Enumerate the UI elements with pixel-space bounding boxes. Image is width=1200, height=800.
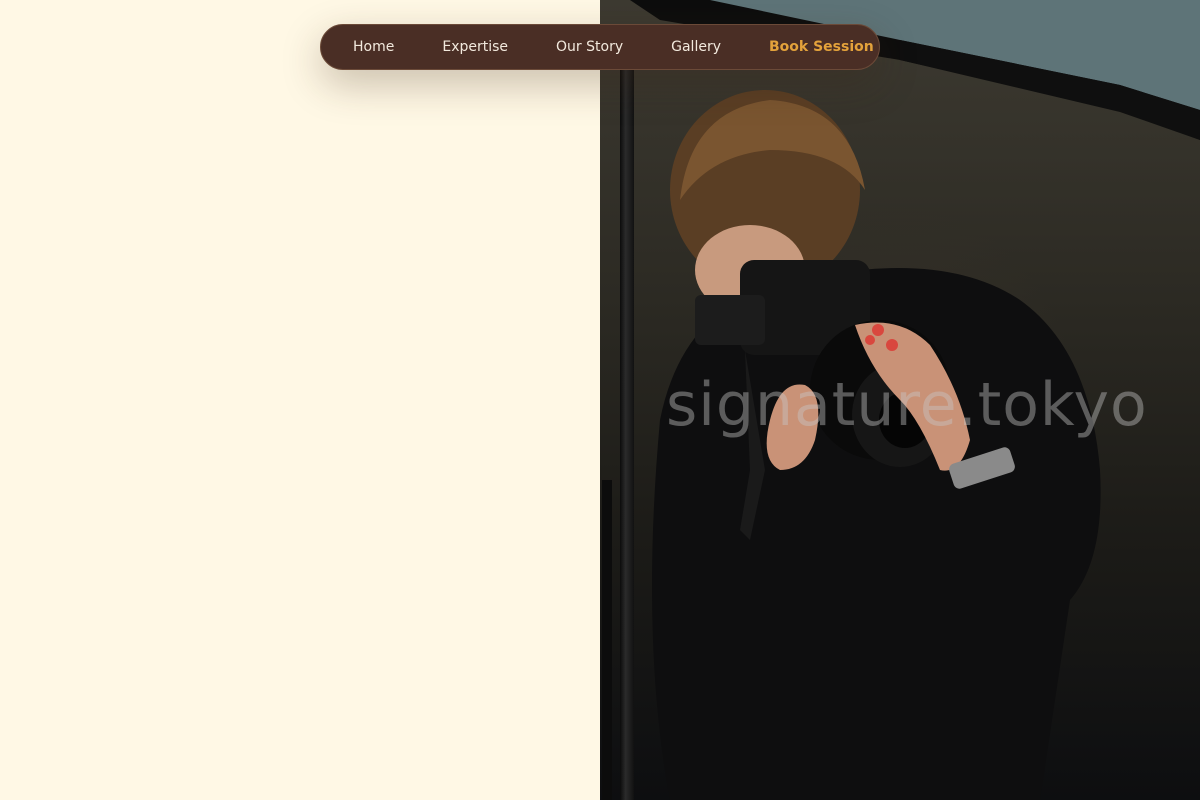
page: signature.tokyo Home Expertise Our Story… (0, 0, 1200, 800)
left-panel-blank (0, 0, 600, 800)
hero-photo (600, 0, 1200, 800)
photographer-figure (652, 90, 1101, 800)
nav-expertise[interactable]: Expertise (442, 39, 508, 55)
book-session-button[interactable]: Book Session (769, 39, 874, 55)
top-nav: Home Expertise Our Story Gallery Book Se… (320, 24, 880, 70)
nav-home[interactable]: Home (353, 39, 394, 55)
nav-gallery[interactable]: Gallery (671, 39, 721, 55)
nav-our-story[interactable]: Our Story (556, 39, 623, 55)
